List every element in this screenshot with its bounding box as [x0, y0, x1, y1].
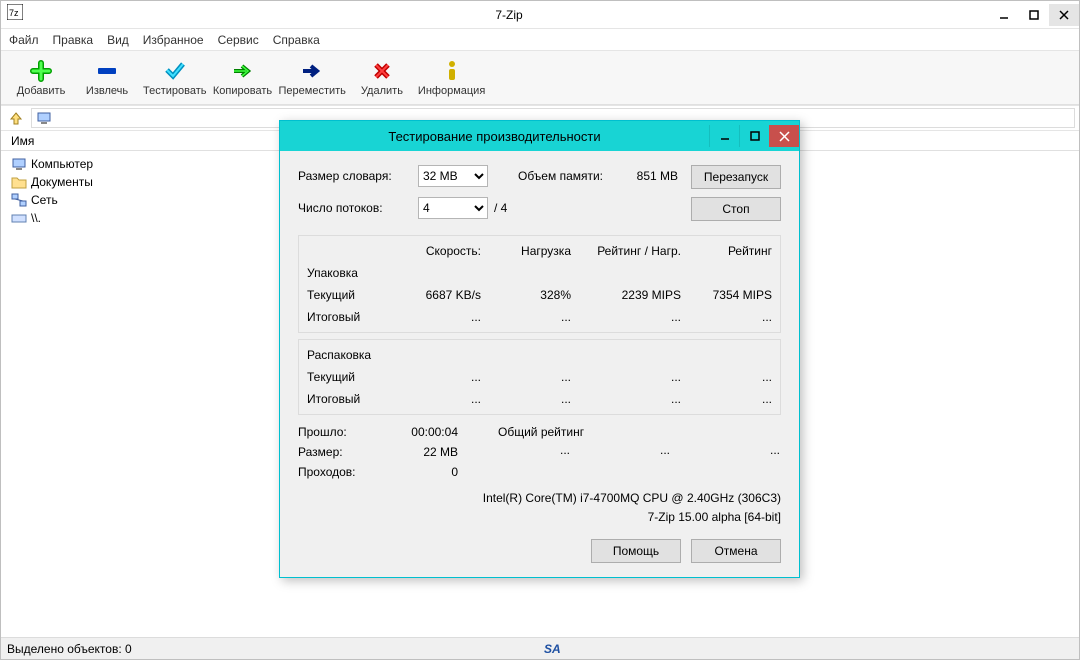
- menubar: Файл Правка Вид Избранное Сервис Справка: [1, 29, 1079, 51]
- unpack-result-label: Итоговый: [299, 388, 389, 410]
- menu-view[interactable]: Вид: [107, 33, 129, 47]
- passes-label: Проходов:: [298, 465, 378, 479]
- folder-icon: [11, 174, 27, 190]
- elapsed-label: Прошло:: [298, 425, 378, 439]
- window-title: 7-Zip: [29, 8, 989, 22]
- col-rating: Рейтинг: [689, 240, 780, 262]
- benchmark-dialog: Тестирование производительности Размер с…: [279, 120, 800, 578]
- info-icon: [445, 59, 459, 83]
- plus-icon: [30, 59, 52, 83]
- drive-icon: [11, 210, 27, 226]
- dialog-maximize-button[interactable]: [739, 125, 769, 147]
- x-icon: [373, 59, 391, 83]
- memory-label: Объем памяти:: [518, 169, 618, 183]
- cancel-button[interactable]: Отмена: [691, 539, 781, 563]
- copy-button[interactable]: Копировать: [213, 59, 273, 97]
- dict-size-label: Размер словаря:: [298, 169, 418, 183]
- pack-current-label: Текущий: [299, 284, 389, 306]
- unpacking-label: Распаковка: [299, 344, 389, 366]
- menu-favorites[interactable]: Избранное: [143, 33, 204, 47]
- pack-rating: 7354 MIPS: [689, 284, 780, 306]
- pack-speed: 6687 KB/s: [389, 284, 489, 306]
- restart-button[interactable]: Перезапуск: [691, 165, 781, 189]
- threads-label: Число потоков:: [298, 201, 418, 215]
- arrow-right-blue-icon: [301, 59, 323, 83]
- size-label: Размер:: [298, 445, 378, 459]
- add-button[interactable]: Добавить: [11, 59, 71, 97]
- network-icon: [11, 192, 27, 208]
- menu-file[interactable]: Файл: [9, 33, 39, 47]
- check-icon: [164, 59, 186, 83]
- window-controls: [989, 4, 1079, 26]
- size-value: 22 MB: [378, 445, 458, 459]
- cpu-info: Intel(R) Core(TM) i7-4700MQ CPU @ 2.40GH…: [298, 489, 781, 508]
- arrow-right-green-icon: [232, 59, 254, 83]
- app-icon: 7z: [7, 4, 23, 25]
- passes-value: 0: [378, 465, 458, 479]
- up-icon[interactable]: [5, 108, 27, 128]
- elapsed-value: 00:00:04: [378, 425, 458, 439]
- delete-button[interactable]: Удалить: [352, 59, 412, 97]
- help-button[interactable]: Помощь: [591, 539, 681, 563]
- memory-value: 851 MB: [618, 169, 678, 183]
- minus-icon: [96, 59, 118, 83]
- stop-button[interactable]: Стоп: [691, 197, 781, 221]
- unpacking-group: Распаковка Текущий ... ... ... ... Итого…: [298, 339, 781, 415]
- move-button[interactable]: Переместить: [279, 59, 346, 97]
- unpack-current-label: Текущий: [299, 366, 389, 388]
- threads-max: / 4: [494, 201, 507, 215]
- close-button[interactable]: [1049, 4, 1079, 26]
- overall-label: Общий рейтинг: [498, 425, 608, 439]
- dialog-minimize-button[interactable]: [709, 125, 739, 147]
- pack-result-label: Итоговый: [299, 306, 389, 328]
- pack-usage: 328%: [489, 284, 579, 306]
- version-info: 7-Zip 15.00 alpha [64-bit]: [298, 508, 781, 527]
- dialog-title: Тестирование производительности: [280, 129, 709, 144]
- dialog-titlebar: Тестирование производительности: [280, 121, 799, 151]
- menu-tools[interactable]: Сервис: [218, 33, 259, 47]
- col-rating-usage: Рейтинг / Нагр.: [579, 240, 689, 262]
- packing-label: Упаковка: [299, 262, 389, 284]
- column-name: Имя: [11, 134, 34, 148]
- status-selected: Выделено объектов: 0: [7, 642, 132, 656]
- dialog-close-button[interactable]: [769, 125, 799, 147]
- col-usage: Нагрузка: [489, 240, 579, 262]
- packing-group: Скорость: Нагрузка Рейтинг / Нагр. Рейти…: [298, 235, 781, 333]
- dict-size-select[interactable]: 32 MB: [418, 165, 488, 187]
- minimize-button[interactable]: [989, 4, 1019, 26]
- titlebar: 7z 7-Zip: [1, 1, 1079, 29]
- col-speed: Скорость:: [389, 240, 489, 262]
- computer-icon: [11, 156, 27, 172]
- toolbar: Добавить Извлечь Тестировать Копировать …: [1, 51, 1079, 105]
- menu-edit[interactable]: Правка: [53, 33, 94, 47]
- svg-text:7z: 7z: [9, 8, 19, 18]
- watermark: SA: [132, 642, 973, 656]
- statusbar: Выделено объектов: 0 SA: [1, 637, 1079, 659]
- extract-button[interactable]: Извлечь: [77, 59, 137, 97]
- maximize-button[interactable]: [1019, 4, 1049, 26]
- info-button[interactable]: Информация: [418, 59, 485, 97]
- menu-help[interactable]: Справка: [273, 33, 320, 47]
- pack-rate-usage: 2239 MIPS: [579, 284, 689, 306]
- threads-select[interactable]: 4: [418, 197, 488, 219]
- computer-icon: [36, 111, 52, 125]
- test-button[interactable]: Тестировать: [143, 59, 207, 97]
